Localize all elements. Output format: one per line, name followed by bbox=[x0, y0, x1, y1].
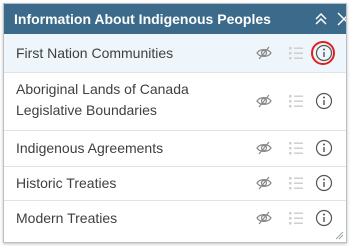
visibility-toggle[interactable] bbox=[255, 44, 273, 62]
info-icon bbox=[315, 174, 333, 192]
info-button[interactable] bbox=[315, 92, 333, 110]
layer-row[interactable]: Aboriginal Lands of Canada Legislative B… bbox=[4, 72, 346, 131]
info-icon bbox=[315, 139, 333, 157]
layer-label: Modern Treaties bbox=[16, 210, 118, 226]
legend-button[interactable] bbox=[287, 92, 305, 110]
layer-label: Historic Treaties bbox=[16, 175, 117, 191]
info-icon bbox=[315, 44, 333, 62]
chevrons-up-icon bbox=[315, 12, 327, 25]
close-button[interactable] bbox=[334, 9, 346, 29]
eye-off-icon bbox=[256, 211, 272, 225]
panel-header: Information About Indigenous Peoples bbox=[4, 4, 346, 34]
eye-off-icon bbox=[256, 141, 272, 155]
legend-list-icon bbox=[289, 47, 303, 60]
layer-label-line1: Aboriginal Lands of Canada bbox=[16, 81, 189, 97]
visibility-toggle[interactable] bbox=[255, 174, 273, 192]
legend-list-icon bbox=[289, 95, 303, 108]
info-icon bbox=[315, 92, 333, 110]
panel-title: Information About Indigenous Peoples bbox=[14, 11, 271, 27]
legend-list-icon bbox=[289, 142, 303, 155]
info-button[interactable] bbox=[315, 174, 333, 192]
layer-row[interactable]: First Nation Communities bbox=[4, 34, 346, 73]
layer-label-line2: Legislative Boundaries bbox=[16, 102, 157, 118]
legend-button[interactable] bbox=[287, 44, 305, 62]
eye-off-icon bbox=[256, 94, 272, 108]
close-icon bbox=[337, 12, 346, 26]
visibility-toggle[interactable] bbox=[255, 92, 273, 110]
layer-row[interactable]: Indigenous Agreements bbox=[4, 130, 346, 167]
legend-button[interactable] bbox=[287, 174, 305, 192]
layer-label: Aboriginal Lands of Canada Legislative B… bbox=[16, 79, 189, 121]
info-icon bbox=[315, 209, 333, 227]
layer-row[interactable]: Historic Treaties bbox=[4, 166, 346, 201]
legend-button[interactable] bbox=[287, 139, 305, 157]
layer-label: Indigenous Agreements bbox=[16, 140, 164, 156]
legend-list-icon bbox=[289, 177, 303, 190]
info-button[interactable] bbox=[315, 139, 333, 157]
resize-grip-icon[interactable] bbox=[334, 230, 344, 240]
layer-list-panel: Information About Indigenous Peoples Fir… bbox=[3, 3, 347, 243]
visibility-toggle[interactable] bbox=[255, 209, 273, 227]
info-button[interactable] bbox=[315, 209, 333, 227]
eye-off-icon bbox=[256, 176, 272, 190]
info-button[interactable] bbox=[315, 44, 333, 62]
layer-row[interactable]: Modern Treaties bbox=[4, 200, 346, 236]
visibility-toggle[interactable] bbox=[255, 139, 273, 157]
eye-off-icon bbox=[256, 46, 272, 60]
legend-list-icon bbox=[289, 212, 303, 225]
legend-button[interactable] bbox=[287, 209, 305, 227]
collapse-button[interactable] bbox=[311, 9, 331, 29]
layer-label: First Nation Communities bbox=[16, 45, 174, 61]
